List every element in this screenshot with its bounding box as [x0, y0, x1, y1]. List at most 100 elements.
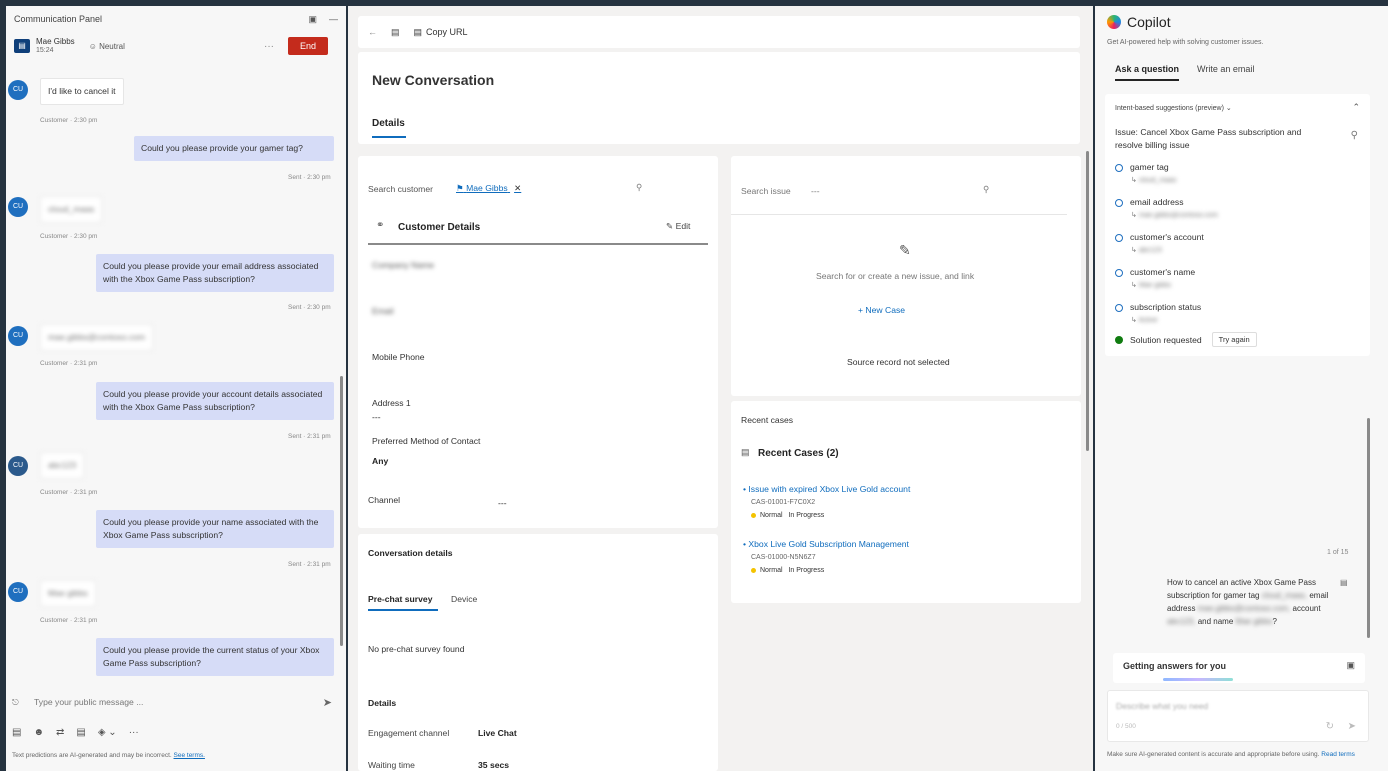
open-record-icon[interactable]: ▤ [391, 27, 400, 38]
stop-icon[interactable]: ▣ [1346, 660, 1355, 671]
address1-label: Address 1 [372, 398, 411, 408]
question-text: and name [1197, 617, 1234, 626]
attach-icon[interactable]: ⎋ [12, 697, 22, 708]
tab-details[interactable]: Details [372, 118, 405, 129]
message-meta: Customer · 2:30 pm [40, 117, 98, 124]
notes-icon[interactable]: ▤ [76, 727, 85, 738]
search-issue-input[interactable]: --- [811, 186, 820, 196]
ai-disclaimer: Text predictions are AI-generated and ma… [6, 752, 346, 759]
channel-label: Channel [368, 495, 401, 505]
message-input[interactable]: Type your public message ... [34, 697, 323, 707]
suggestion-label: customer's name [1130, 267, 1196, 277]
preferred-contact-label: Preferred Method of Contact [372, 436, 481, 446]
status-circle-icon [1115, 163, 1123, 172]
comm-panel-title: Communication Panel [14, 14, 103, 24]
copilot-subtitle: Get AI-powered help with solving custome… [1107, 39, 1264, 46]
consult-icon[interactable]: ☻ [33, 727, 44, 738]
customer-card: Search customer ⚑ Mae Gibbs ✕ ⚲ ⚭ Custom… [358, 156, 718, 528]
suggestion-value-text: abc123 [1138, 247, 1162, 254]
chat-channel-icon: ▤ [14, 39, 30, 53]
app-frame: Communication Panel ▣ — ▤ Mae Gibbs 15:2… [0, 0, 1388, 771]
recent-cases-label: Recent cases [741, 415, 794, 425]
back-icon[interactable]: ← [368, 27, 377, 37]
avatar: CU [8, 326, 28, 346]
ask-input-box[interactable]: Describe what you need 0 / 500 ↻ ➤ [1107, 690, 1369, 742]
new-case-button[interactable]: + New Case [858, 305, 905, 315]
search-icon[interactable]: ⚲ [636, 182, 642, 193]
pencil-icon: ✎ [899, 242, 911, 258]
recent-cases-title: Recent Cases (2) [758, 448, 839, 459]
knowledge-icon[interactable]: ◈ ⌄ [98, 727, 117, 738]
toolbar: ← ▤ ▤ Copy URL [358, 16, 1080, 48]
message-meta: Sent · 2:31 pm [288, 561, 331, 568]
message-meta: Sent · 2:30 pm [288, 304, 331, 311]
email-field[interactable]: Email [372, 306, 394, 316]
question-text: ? [1272, 617, 1277, 626]
compose-area: ⎋ Type your public message ... ➤ ▤ ☻ ⇄ ▤… [6, 690, 346, 771]
preferred-contact-value[interactable]: Any [372, 456, 388, 466]
chat-transcript: CU I'd like to cancel it Customer · 2:30… [6, 68, 346, 690]
message-meta: Sent · 2:31 pm [288, 433, 331, 440]
suggestion-label: customer's account [1130, 232, 1204, 242]
contact-icon: ⚑ [456, 183, 464, 193]
customer-link[interactable]: ⚑ Mae Gibbs ✕ [456, 183, 521, 194]
conversation-details-card: Conversation details Pre-chat survey Dev… [358, 534, 718, 771]
priority-dot [751, 512, 756, 518]
search-icon[interactable]: ⚲ [983, 184, 989, 195]
more-options-icon[interactable]: ··· [264, 41, 274, 52]
case-id: CAS-01000-N5N6Z7 [751, 554, 816, 561]
avatar: CU [8, 80, 28, 100]
minimize-icon[interactable]: — [329, 14, 338, 24]
copilot-header: Copilot [1107, 14, 1171, 30]
see-terms-link[interactable]: See terms. [174, 752, 205, 759]
tab-prechat-survey[interactable]: Pre-chat survey [368, 594, 433, 604]
end-button[interactable]: End [288, 37, 328, 55]
address1-value[interactable]: --- [372, 412, 381, 422]
customer-info: Mae Gibbs 15:24 [36, 37, 75, 55]
case-title[interactable]: • Xbox Live Gold Subscription Management [743, 539, 909, 549]
question-email: mae.gibbs@contoso.com, [1197, 604, 1291, 613]
channel-value[interactable]: --- [498, 498, 507, 508]
tab-indicator [372, 136, 406, 138]
ask-input-placeholder[interactable]: Describe what you need [1116, 701, 1208, 711]
more-icon[interactable]: ··· [129, 727, 139, 738]
tab-ask-question[interactable]: Ask a question [1115, 64, 1180, 81]
chat-scrollbar[interactable] [340, 376, 343, 646]
company-name-field[interactable]: Company Name [372, 260, 434, 270]
edit-icon: ✎ [666, 221, 674, 231]
getting-answers-card: Getting answers for you ▣ [1113, 653, 1365, 683]
tab-write-email[interactable]: Write an email [1197, 64, 1254, 74]
message-meta: Sent · 2:30 pm [288, 174, 331, 181]
copilot-scrollbar[interactable] [1367, 418, 1370, 638]
transfer-icon[interactable]: ⇄ [56, 727, 64, 738]
search-customer-label: Search customer [368, 184, 433, 194]
edit-button[interactable]: ✎ Edit [666, 221, 690, 232]
case-title[interactable]: • Issue with expired Xbox Live Gold acco… [743, 484, 910, 494]
suggestion-item: email address ↳ mae.gibbs@contoso.com [1115, 197, 1218, 219]
send-icon[interactable]: ➤ [1348, 721, 1356, 732]
question-name: Mae gibbs [1235, 617, 1273, 626]
details-title: Details [368, 698, 397, 708]
copilot-disclaimer-text: Make sure AI-generated content is accura… [1107, 751, 1320, 758]
suggestion-value: ↳ abc123 [1131, 247, 1162, 254]
read-terms-link[interactable]: Read terms [1321, 751, 1355, 758]
issue-hint: Search for or create a new issue, and li… [816, 271, 975, 281]
copilot-panel: Copilot Get AI-powered help with solving… [1095, 6, 1388, 771]
collapse-icon[interactable]: ⌃ [1352, 102, 1360, 113]
copy-url-button[interactable]: Copy URL [426, 27, 468, 37]
copy-icon[interactable]: ▤ [1340, 578, 1348, 587]
try-again-button[interactable]: Try again [1211, 332, 1257, 347]
copy-url-icon[interactable]: ▤ [414, 27, 423, 38]
remove-customer-icon[interactable]: ✕ [514, 183, 521, 193]
suggestion-value-text: cloud_maas [1138, 177, 1177, 184]
solution-row: Solution requested Try again [1115, 332, 1257, 347]
suggestions-header[interactable]: Intent-based suggestions (preview) ⌄ [1115, 104, 1232, 112]
main-scrollbar[interactable] [1086, 151, 1089, 451]
agent-message: Could you please provide your email addr… [96, 254, 334, 292]
tab-device[interactable]: Device [451, 594, 477, 604]
refresh-icon[interactable]: ↻ [1326, 721, 1334, 732]
status-circle-icon [1115, 303, 1123, 312]
toggle-icon[interactable]: ▣ [308, 14, 317, 25]
quick-replies-icon[interactable]: ▤ [12, 727, 21, 738]
send-icon[interactable]: ➤ [323, 696, 332, 709]
